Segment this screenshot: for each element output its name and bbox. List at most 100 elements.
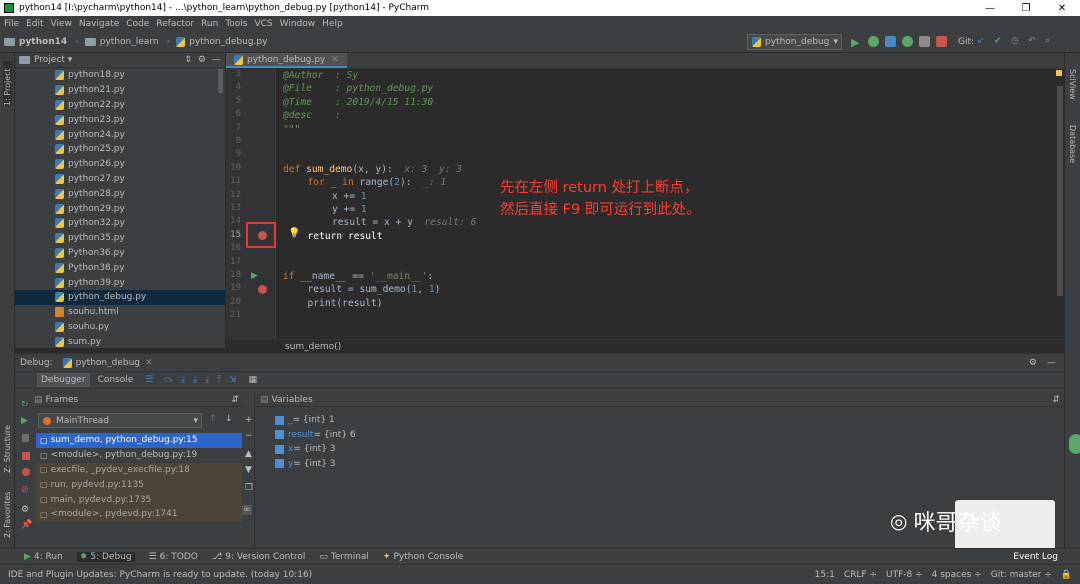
close-icon[interactable]: ✕ [331, 55, 339, 65]
move-down-icon[interactable]: ▼ [245, 465, 252, 475]
stack-frame[interactable]: ▢ sum_demo, python_debug.py:15 [36, 433, 242, 448]
variable-row[interactable]: x = {int} 3 [275, 442, 336, 456]
file-tree-item[interactable]: python28.py [15, 186, 225, 201]
breakpoint-icon[interactable] [258, 285, 267, 294]
step-out-icon[interactable]: ⤒ [217, 375, 221, 385]
tab-run[interactable]: ▶ 4: Run [24, 552, 63, 562]
evaluate-expression-icon[interactable]: ▦ [248, 375, 257, 385]
thread-select[interactable]: MainThread ▾ [38, 413, 202, 428]
tab-debugger[interactable]: Debugger [37, 373, 90, 387]
lock-icon[interactable]: 🔒 [1061, 570, 1072, 580]
menu-navigate[interactable]: Navigate [79, 19, 119, 29]
hide-icon[interactable]: — [212, 55, 221, 65]
run-icon[interactable]: ▶ [851, 36, 862, 49]
show-execution-point-icon[interactable]: ☰ [145, 375, 153, 385]
project-tool-tab[interactable]: 1: Project [3, 61, 12, 106]
run-gutter-icon[interactable]: ▶ [251, 271, 258, 281]
inspection-status-icon[interactable] [1056, 70, 1062, 76]
variable-row[interactable]: result = {int} 6 [275, 428, 356, 442]
close-icon[interactable]: ✕ [145, 358, 153, 368]
file-tree-item[interactable]: python26.py [15, 157, 225, 172]
tab-todo[interactable]: ☰ 6: TODO [149, 552, 198, 562]
restore-layout-icon[interactable]: ⇵ [231, 395, 239, 405]
lightbulb-icon[interactable]: 💡 [288, 228, 300, 239]
git-branch[interactable]: Git: master ÷ [991, 570, 1052, 580]
tab-debug[interactable]: ✹ 5: Debug [76, 551, 135, 562]
editor-scrollbar[interactable] [1057, 86, 1063, 296]
step-over-icon[interactable]: ⤼ [163, 375, 173, 385]
file-encoding[interactable]: UTF-8 ÷ [886, 570, 923, 580]
build-icon[interactable] [919, 36, 930, 47]
favorites-tool-tab[interactable]: 2: Favorites [3, 483, 12, 538]
menu-refactor[interactable]: Refactor [156, 19, 194, 29]
gear-icon[interactable]: ⚙ [198, 55, 206, 65]
git-update-icon[interactable]: ↙ [977, 36, 988, 47]
stack-frame[interactable]: ▢ <module>, python_debug.py:19 [36, 448, 242, 463]
variable-row[interactable]: _ = {int} 1 [275, 413, 335, 427]
project-panel-title[interactable]: Project [34, 55, 65, 65]
file-tree-item[interactable]: python29.py [15, 201, 225, 216]
show-values-icon[interactable]: ∞ [242, 505, 252, 515]
chevron-down-icon[interactable]: ▾ [68, 55, 73, 65]
file-tree-item[interactable]: python18.py [15, 68, 225, 83]
run-to-cursor-icon[interactable]: ⇲ [229, 375, 237, 385]
restore-layout-icon[interactable]: ⇵ [1052, 395, 1060, 405]
status-message[interactable]: IDE and Plugin Updates: PyCharm is ready… [8, 570, 312, 580]
remove-watch-icon[interactable]: − [245, 431, 253, 441]
add-watch-icon[interactable]: + [245, 415, 253, 425]
debug-icon[interactable] [868, 36, 879, 47]
force-step-into-icon[interactable]: ⤓ [205, 375, 209, 385]
breadcrumb-folder[interactable]: python_learn [84, 37, 159, 47]
editor-breadcrumb[interactable]: sum_demo() [226, 339, 1064, 353]
menu-edit[interactable]: Edit [26, 19, 43, 29]
debug-config-tab[interactable]: python_debug [76, 358, 140, 368]
file-tree-item[interactable]: python23.py [15, 112, 225, 127]
step-into-icon[interactable]: ⤓ [181, 375, 185, 385]
menu-view[interactable]: View [51, 19, 72, 29]
menu-run[interactable]: Run [201, 19, 218, 29]
file-tree-item[interactable]: Python38.py [15, 260, 225, 275]
file-tree-item[interactable]: python22.py [15, 98, 225, 113]
file-tree-item[interactable]: souhu.py [15, 320, 225, 335]
menu-vcs[interactable]: VCS [254, 19, 272, 29]
menu-file[interactable]: File [4, 19, 19, 29]
tab-terminal[interactable]: ▭ Terminal [319, 552, 369, 562]
tab-console[interactable]: Console [94, 373, 138, 387]
step-into-my-code-icon[interactable]: ⤓ [193, 375, 197, 385]
move-up-icon[interactable]: ▲ [245, 449, 252, 459]
stack-frame[interactable]: ▢ run, pydevd.py:1135 [36, 477, 242, 493]
tab-version-control[interactable]: ⎇ 9: Version Control [212, 552, 305, 562]
variable-row[interactable]: y = {int} 3 [275, 457, 336, 471]
collapse-all-icon[interactable]: ⇕ [184, 55, 192, 65]
indent-setting[interactable]: 4 spaces ÷ [932, 570, 982, 580]
gear-icon[interactable]: ⚙ [1029, 358, 1037, 368]
stack-frame[interactable]: ▢ <module>, pydevd.py:1741 [36, 507, 242, 522]
database-tool-tab[interactable]: Database [1068, 125, 1077, 163]
file-tree-item[interactable]: python39.py [15, 275, 225, 290]
stack-frame[interactable]: ▢ main, pydevd.py:1735 [36, 492, 242, 507]
previous-frame-icon[interactable]: ↑ [209, 414, 217, 424]
stack-frame[interactable]: ▢ execfile, _pydev_execfile.py:18 [36, 462, 242, 478]
next-frame-icon[interactable]: ↓ [225, 414, 233, 424]
profile-icon[interactable] [902, 36, 913, 47]
breadcrumb-project[interactable]: python14 [4, 37, 67, 47]
file-tree-item[interactable]: python35.py [15, 231, 225, 246]
structure-tool-tab[interactable]: Z: Structure [3, 418, 12, 473]
menu-tools[interactable]: Tools [225, 19, 247, 29]
menu-window[interactable]: Window [280, 19, 316, 29]
tab-python-console[interactable]: ✦ Python Console [383, 552, 463, 562]
file-tree-item[interactable]: python_debug.py [15, 289, 225, 305]
stop-icon[interactable] [936, 36, 947, 47]
git-commit-icon[interactable]: ✔ [994, 36, 1005, 47]
file-tree-item[interactable]: sum.py [15, 334, 225, 349]
file-tree-item[interactable]: python32.py [15, 216, 225, 231]
run-configuration-select[interactable]: python_debug ▾ [747, 34, 842, 50]
hide-icon[interactable]: — [1047, 358, 1056, 368]
sciview-tool-tab[interactable]: SciView [1068, 69, 1077, 100]
maximize-button[interactable]: ❐ [1008, 3, 1044, 14]
event-log-tab[interactable]: Event Log [1013, 552, 1058, 562]
copy-icon[interactable]: ❐ [245, 483, 253, 493]
file-tree-item[interactable]: souhu.html [15, 305, 225, 320]
minimize-button[interactable]: — [972, 3, 1008, 14]
breadcrumb-file[interactable]: python_debug.py [176, 36, 267, 47]
